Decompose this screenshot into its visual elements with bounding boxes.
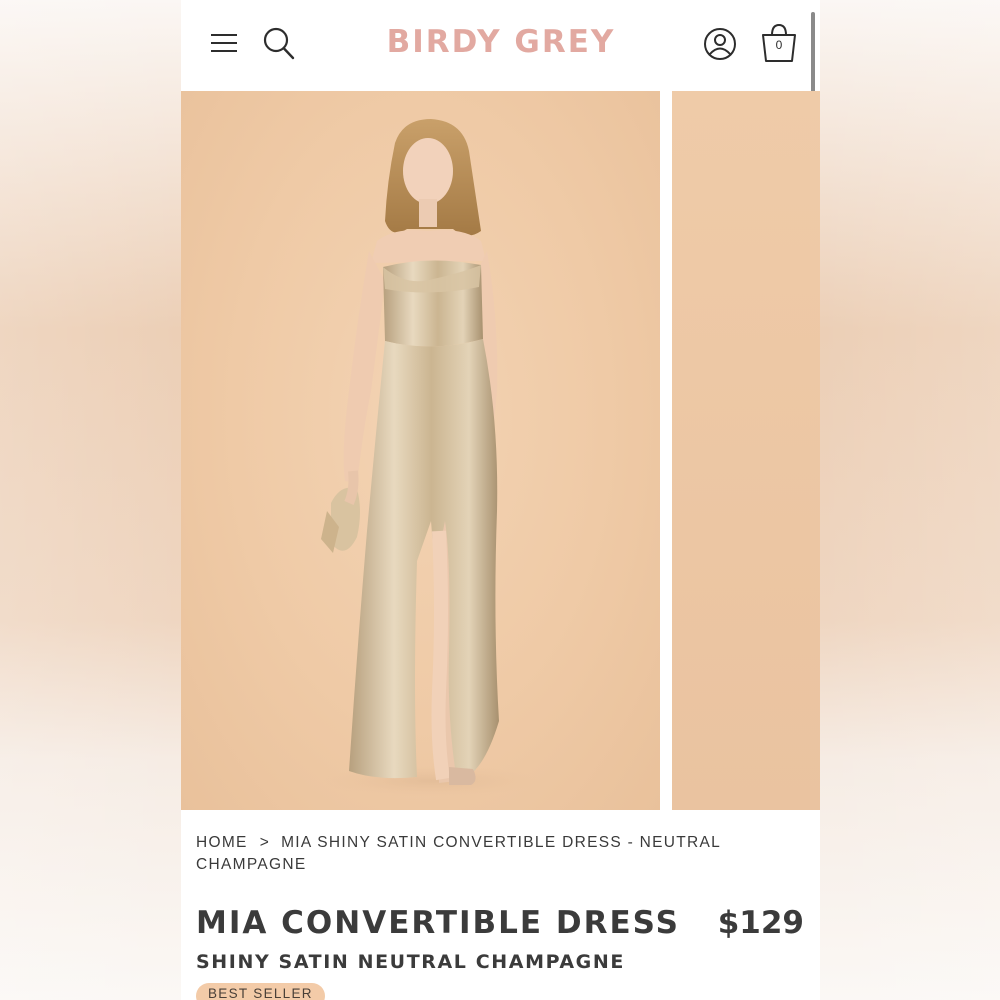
breadcrumb-separator: > <box>259 834 271 851</box>
account-icon <box>704 28 736 60</box>
account-button[interactable] <box>701 25 739 63</box>
product-price: $129 <box>717 905 804 941</box>
mobile-product-page: BIRDY GREY 0 HOME > MIA SHINY SATIN CONV… <box>181 0 820 1000</box>
product-image-main[interactable] <box>181 91 660 810</box>
breadcrumb-current: MIA SHINY SATIN CONVERTIBLE DRESS - NEUT… <box>196 834 721 873</box>
search-button[interactable] <box>261 24 297 62</box>
site-header: BIRDY GREY 0 <box>181 0 820 164</box>
product-subtitle: SHINY SATIN NEUTRAL CHAMPAGNE <box>196 951 625 973</box>
best-seller-badge: BEST SELLER <box>196 983 325 1000</box>
breadcrumb: HOME > MIA SHINY SATIN CONVERTIBLE DRESS -… <box>196 832 756 876</box>
product-image-gallery[interactable] <box>181 91 820 811</box>
breadcrumb-home[interactable]: HOME <box>196 834 248 851</box>
brand-logo[interactable]: BIRDY GREY <box>381 24 621 60</box>
product-title: MIA CONVERTIBLE DRESS <box>196 905 680 941</box>
model-in-dress-image <box>321 119 541 797</box>
blurred-background-right <box>820 0 1000 1000</box>
menu-button[interactable] <box>207 26 241 60</box>
search-icon <box>263 27 295 60</box>
blurred-background-left <box>0 0 181 1000</box>
cart-button[interactable]: 0 <box>759 22 799 64</box>
product-image-next[interactable] <box>672 91 820 810</box>
cart-count: 0 <box>775 38 783 52</box>
hamburger-menu-icon <box>211 34 237 52</box>
